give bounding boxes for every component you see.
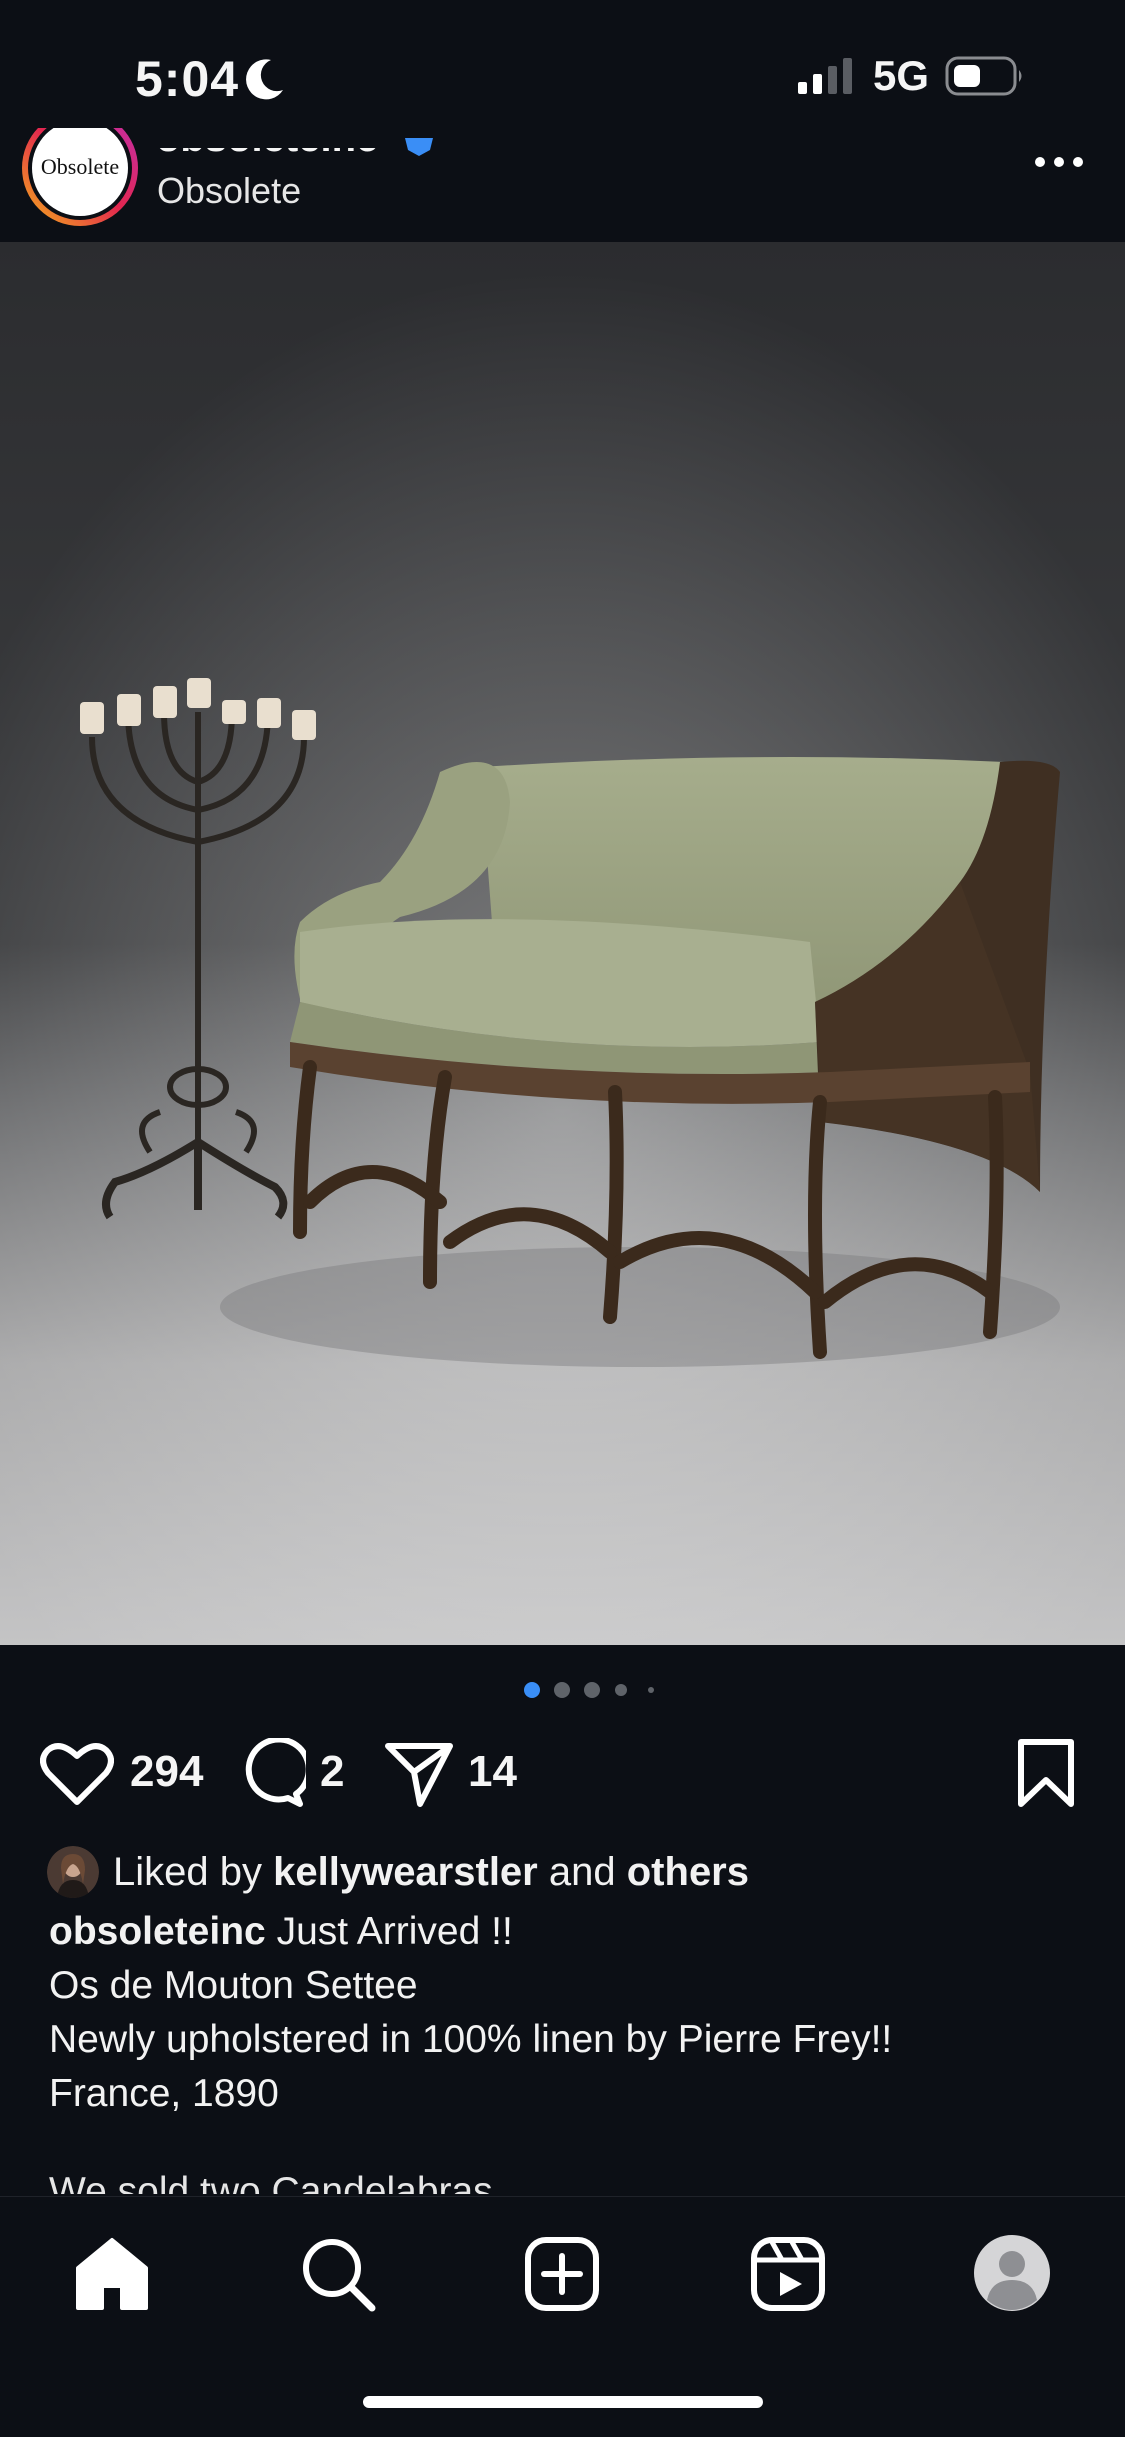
caption-text-1: Just Arrived !! [276,1910,513,1953]
caption-line-2: Os de Mouton Settee [49,1964,418,2007]
verified-badge-icon [405,138,433,156]
caption-line-1: obsoleteinc Just Arrived !! [49,1910,513,1954]
liker-avatar[interactable] [47,1846,99,1898]
create-icon[interactable] [524,2236,600,2312]
share-count[interactable]: 14 [468,1747,517,1797]
caption-line-5-partial: We sold two Candelabras [49,2170,493,2194]
battery-icon [945,56,1022,96]
comment-count[interactable]: 2 [320,1747,344,1797]
caption-line-4: France, 1890 [49,2072,279,2115]
profile-icon[interactable] [973,2234,1051,2312]
signal-icon [798,58,852,94]
share-icon[interactable] [384,1738,454,1808]
account-avatar[interactable]: Obsolete [20,128,140,228]
home-indicator [363,2396,763,2408]
caption-line-3: Newly upholstered in 100% linen by Pierr… [49,2018,893,2061]
post-photo[interactable] [0,242,1125,1645]
carousel-indicator [524,1682,654,1698]
heart-icon[interactable] [40,1740,114,1806]
caption-username[interactable]: obsoleteinc [49,1910,266,1953]
liked-by-others[interactable]: others [627,1850,749,1894]
caption-text-5: We sold two Candelabras [49,2170,493,2194]
bookmark-icon[interactable] [1016,1738,1076,1808]
liked-by-line[interactable]: Liked by kellywearstler and others [113,1850,749,1895]
status-time: 5:04 [135,51,240,107]
liked-by-middle: and [548,1850,616,1894]
reels-icon[interactable] [750,2236,826,2312]
account-subtitle[interactable]: Obsolete [157,170,301,212]
avatar-logo-text: Obsolete [41,154,119,179]
search-icon[interactable] [300,2236,376,2312]
network-label: 5G [873,52,930,99]
comment-icon[interactable] [236,1738,306,1808]
liked-by-user[interactable]: kellywearstler [273,1850,538,1894]
like-count[interactable]: 294 [130,1747,203,1797]
liked-by-prefix: Liked by [113,1850,262,1894]
home-icon[interactable] [74,2236,150,2312]
more-options-icon[interactable] [1030,150,1090,174]
moon-icon [246,59,283,100]
